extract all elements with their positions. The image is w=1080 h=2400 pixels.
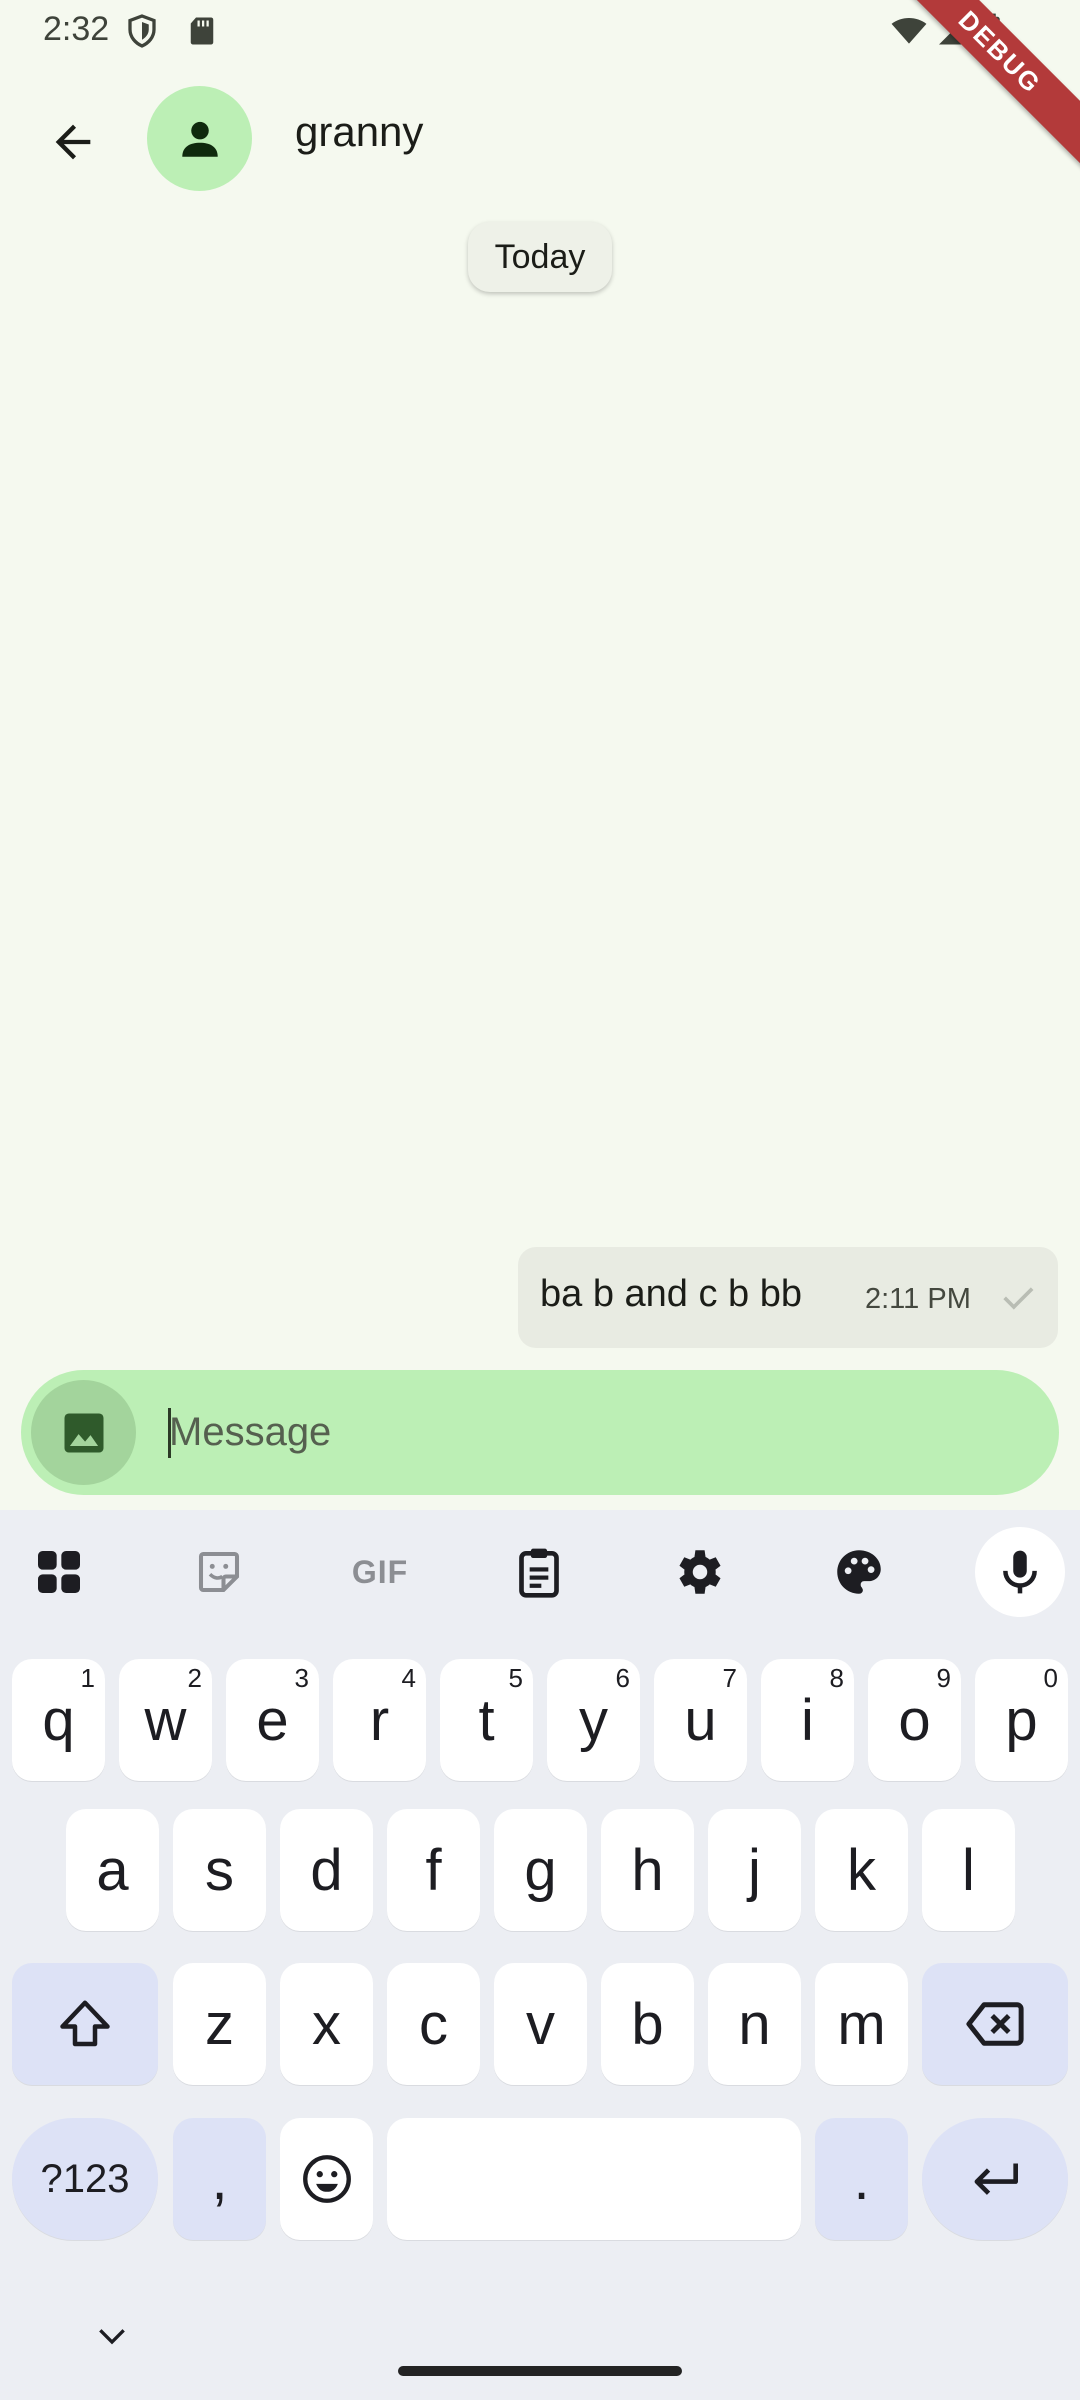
key-c[interactable]: c <box>387 1963 480 2085</box>
key-f[interactable]: f <box>387 1809 480 1931</box>
clipboard-button[interactable] <box>499 1532 579 1612</box>
key-t[interactable]: t5 <box>440 1659 533 1781</box>
sd-card-icon <box>190 17 214 45</box>
key-label: q <box>42 1687 75 1753</box>
space-bar[interactable] <box>387 2118 801 2240</box>
key-s[interactable]: s <box>173 1809 266 1931</box>
key-p[interactable]: p0 <box>975 1659 1068 1781</box>
arrow-left-icon <box>55 124 91 160</box>
shift-key[interactable] <box>12 1963 158 2085</box>
keyboard-toolbar: GIF <box>0 1510 1080 1630</box>
contact-name[interactable]: granny <box>295 108 423 156</box>
gif-button[interactable]: GIF <box>338 1532 422 1612</box>
shift-icon <box>60 2000 110 2047</box>
shield-icon <box>128 14 156 48</box>
key-b[interactable]: b <box>601 1963 694 2085</box>
key-hint: 8 <box>829 1663 844 1693</box>
key-hint: 0 <box>1043 1663 1058 1693</box>
gif-label: GIF <box>351 1553 409 1590</box>
key-label: o <box>898 1687 931 1753</box>
key-hint: 1 <box>80 1663 95 1693</box>
mic-icon <box>1003 1550 1037 1594</box>
key-hint: 4 <box>401 1663 416 1693</box>
key-l[interactable]: l <box>922 1809 1015 1931</box>
backspace-key[interactable] <box>922 1963 1068 2085</box>
key-o[interactable]: o9 <box>868 1659 961 1781</box>
enter-icon <box>974 2163 1018 2195</box>
contact-avatar[interactable] <box>147 86 252 191</box>
date-chip: Today <box>468 222 612 292</box>
settings-icon <box>679 1550 721 1594</box>
key-g[interactable]: g <box>494 1809 587 1931</box>
key-q[interactable]: q1 <box>12 1659 105 1781</box>
key-label: i <box>801 1687 814 1753</box>
image-icon <box>64 1413 103 1452</box>
home-indicator[interactable] <box>398 2366 682 2376</box>
key-w[interactable]: w2 <box>119 1659 212 1781</box>
key-label: t <box>478 1687 495 1753</box>
person-icon <box>181 121 218 157</box>
back-button[interactable] <box>33 102 113 182</box>
message-time: 2:11 PM <box>865 1283 971 1315</box>
clipboard-icon <box>519 1548 559 1598</box>
settings-button[interactable] <box>660 1532 740 1612</box>
key-label: p <box>1005 1687 1038 1753</box>
key-n[interactable]: n <box>708 1963 801 2085</box>
key-a[interactable]: a <box>66 1809 159 1931</box>
status-bar: 2:32 DEBUG <box>0 0 1080 174</box>
key-v[interactable]: v <box>494 1963 587 2085</box>
key-y[interactable]: y6 <box>547 1659 640 1781</box>
wifi-icon <box>891 17 927 44</box>
key-hint: 5 <box>508 1663 523 1693</box>
status-time: 2:32 <box>43 10 110 48</box>
key-d[interactable]: d <box>280 1809 373 1931</box>
palette-icon <box>837 1550 881 1594</box>
key-x[interactable]: x <box>280 1963 373 2085</box>
message-text: ba b and c b bb <box>540 1273 802 1315</box>
key-hint: 2 <box>187 1663 202 1693</box>
key-e[interactable]: e3 <box>226 1659 319 1781</box>
key-hint: 3 <box>294 1663 309 1693</box>
key-k[interactable]: k <box>815 1809 908 1931</box>
check-icon <box>1003 1287 1034 1310</box>
key-hint: 7 <box>722 1663 737 1693</box>
key-i[interactable]: i8 <box>761 1659 854 1781</box>
app-bar: granny <box>0 62 1080 212</box>
attach-image-button[interactable] <box>31 1380 136 1485</box>
key-label: e <box>256 1687 289 1753</box>
key-m[interactable]: m <box>815 1963 908 2085</box>
message-composer <box>21 1370 1059 1495</box>
sticker-button[interactable] <box>179 1532 259 1612</box>
key-hint: 6 <box>615 1663 630 1693</box>
key-z[interactable]: z <box>173 1963 266 2085</box>
backspace-icon <box>966 2002 1024 2046</box>
key-label: w <box>144 1687 187 1753</box>
key-u[interactable]: u7 <box>654 1659 747 1781</box>
apps-grid-button[interactable] <box>19 1532 99 1612</box>
keyboard: GIF q1 w2 e3 r4 t5 y6 u7 i8 o9 p0 a s d … <box>0 1510 1080 2400</box>
period-key[interactable]: . <box>815 2118 908 2240</box>
key-r[interactable]: r4 <box>333 1659 426 1781</box>
key-hint: 9 <box>936 1663 951 1693</box>
keyboard-hide-chevron-icon[interactable] <box>92 2322 132 2352</box>
key-label: y <box>579 1687 608 1753</box>
key-h[interactable]: h <box>601 1809 694 1931</box>
sticker-icon <box>198 1551 240 1593</box>
text-cursor <box>168 1408 171 1458</box>
emoji-key[interactable] <box>280 2118 373 2240</box>
enter-key[interactable] <box>922 2118 1068 2240</box>
voice-input-button[interactable] <box>975 1527 1065 1617</box>
message-input[interactable] <box>147 1394 1027 1470</box>
symbols-key[interactable]: ?123 <box>12 2118 158 2240</box>
theme-button[interactable] <box>819 1532 899 1612</box>
key-label: u <box>684 1687 717 1753</box>
apps-grid-icon <box>38 1551 80 1593</box>
emoji-icon <box>302 2155 351 2203</box>
comma-key[interactable]: , <box>173 2118 266 2240</box>
message-bubble-outgoing[interactable]: ba b and c b bb 2:11 PM <box>518 1247 1058 1348</box>
key-j[interactable]: j <box>708 1809 801 1931</box>
key-label: r <box>369 1687 390 1753</box>
